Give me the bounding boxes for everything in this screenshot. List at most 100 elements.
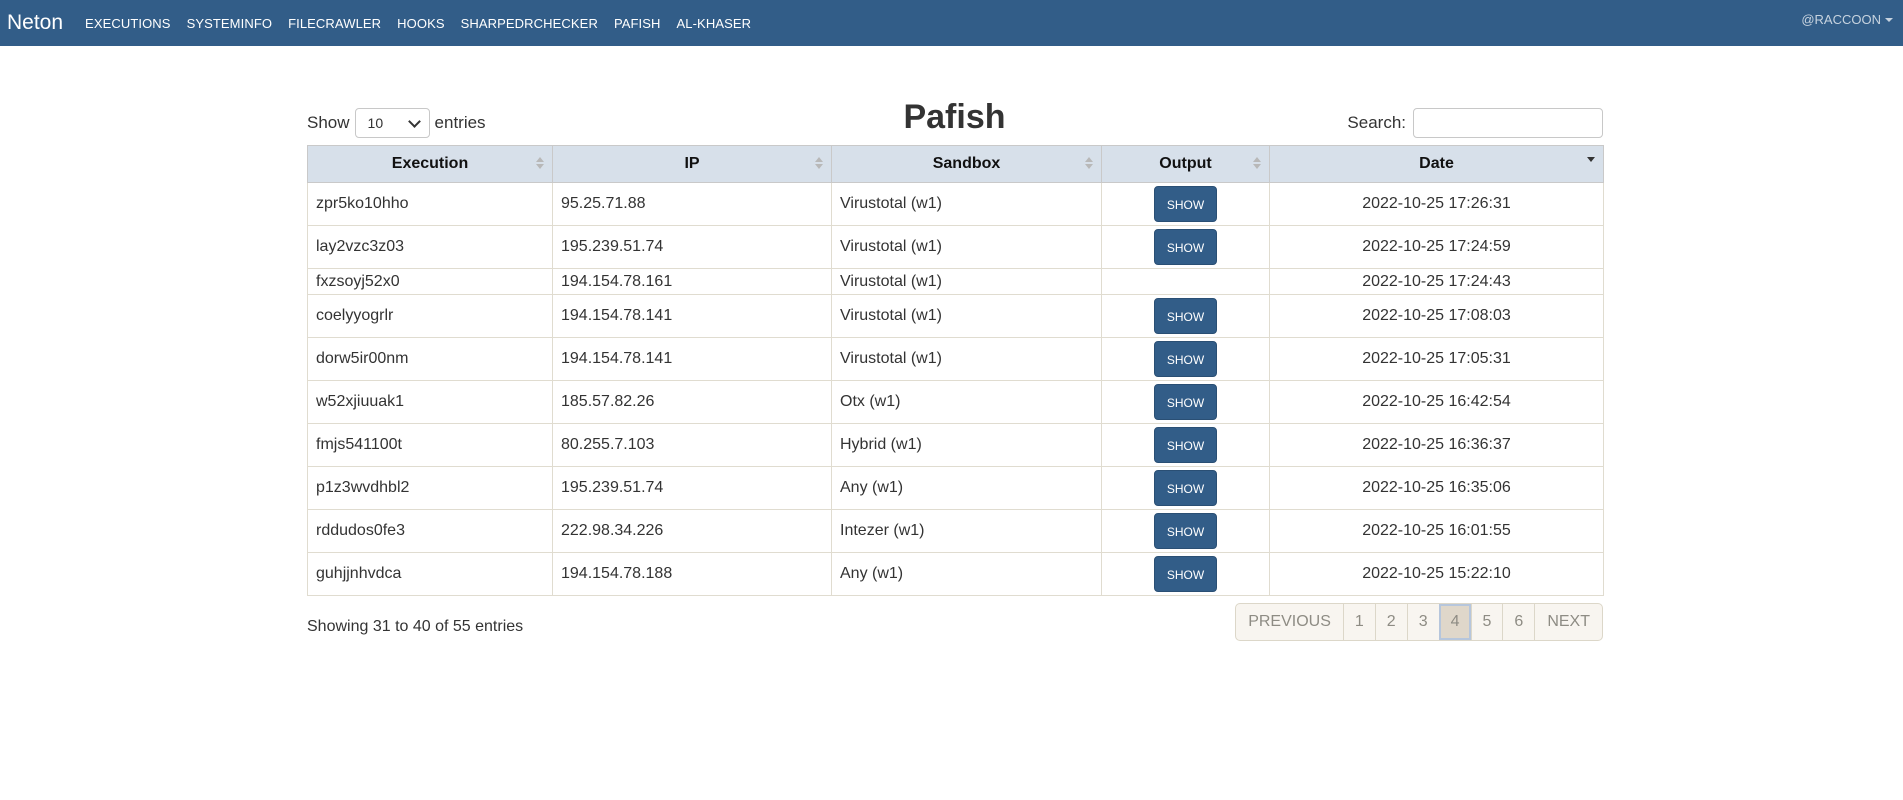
nav-link-pafish[interactable]: PAFISH: [614, 16, 661, 31]
date-cell: 2022-10-25 15:22:10: [1269, 552, 1604, 596]
execution-cell: zpr5ko10hho: [307, 182, 553, 226]
pafish-table: Execution IP Sandbox Output Date zpr5ko1…: [307, 145, 1604, 596]
output-cell: SHOW: [1101, 294, 1270, 338]
date-cell: 2022-10-25 17:24:43: [1269, 268, 1604, 295]
column-header-output[interactable]: Output: [1101, 145, 1270, 183]
pagination-page-6[interactable]: 6: [1502, 604, 1534, 640]
user-menu[interactable]: @RACCOON: [1801, 12, 1893, 27]
nav-link-systeminfo[interactable]: SYSTEMINFO: [187, 16, 273, 31]
column-header-ip[interactable]: IP: [552, 145, 832, 183]
output-cell: SHOW: [1101, 337, 1270, 381]
search-label: Search:: [1347, 113, 1406, 132]
pagination-page-4[interactable]: 4: [1438, 604, 1471, 640]
column-header-label: Execution: [391, 155, 469, 172]
sort-icon: [815, 157, 823, 169]
column-header-label: Date: [1419, 155, 1454, 172]
ip-cell: 195.239.51.74: [552, 225, 832, 269]
pagination-page-1[interactable]: 1: [1342, 604, 1375, 640]
execution-cell: coelyyogrlr: [307, 294, 553, 338]
pagination-page-2[interactable]: 2: [1374, 604, 1407, 640]
page-title: Pafish: [903, 98, 1006, 136]
ip-cell: 185.57.82.26: [552, 380, 832, 424]
execution-cell: lay2vzc3z03: [307, 225, 553, 269]
table-row: dorw5ir00nm 194.154.78.141 Virustotal (w…: [307, 337, 1604, 381]
ip-cell: 194.154.78.141: [552, 337, 832, 381]
ip-cell: 194.154.78.188: [552, 552, 832, 596]
table-row: p1z3wvdhbl2 195.239.51.74 Any (w1) SHOW …: [307, 466, 1604, 510]
table-row: fmjs541100t 80.255.7.103 Hybrid (w1) SHO…: [307, 423, 1604, 467]
sort-icon: [1253, 157, 1261, 169]
nav-link-executions[interactable]: EXECUTIONS: [85, 16, 171, 31]
show-output-button[interactable]: SHOW: [1154, 298, 1217, 334]
ip-cell: 194.154.78.161: [552, 268, 832, 295]
search-input[interactable]: [1413, 108, 1603, 138]
date-cell: 2022-10-25 16:01:55: [1269, 509, 1604, 553]
show-output-button[interactable]: SHOW: [1154, 556, 1217, 592]
execution-cell: p1z3wvdhbl2: [307, 466, 553, 510]
pagination-page-3[interactable]: 3: [1406, 604, 1439, 640]
sandbox-cell: Virustotal (w1): [831, 294, 1102, 338]
ip-cell: 95.25.71.88: [552, 182, 832, 226]
show-output-button[interactable]: SHOW: [1154, 186, 1217, 222]
table-row: fxzsoyj52x0 194.154.78.161 Virustotal (w…: [307, 268, 1604, 295]
sandbox-cell: Intezer (w1): [831, 509, 1102, 553]
entries-length-select[interactable]: 10: [354, 108, 430, 138]
output-cell: SHOW: [1101, 380, 1270, 424]
entries-length-control: Show 10 entries: [307, 108, 486, 138]
chevron-down-icon: [407, 114, 421, 128]
pafish-table-wrapper: Execution IP Sandbox Output Date zpr5ko1…: [307, 145, 1604, 596]
date-cell: 2022-10-25 17:08:03: [1269, 294, 1604, 338]
show-output-button[interactable]: SHOW: [1154, 341, 1217, 377]
table-row: lay2vzc3z03 195.239.51.74 Virustotal (w1…: [307, 225, 1604, 269]
date-cell: 2022-10-25 16:36:37: [1269, 423, 1604, 467]
nav-link-sharpedrchecker[interactable]: SHARPEDRCHECKER: [461, 16, 598, 31]
show-output-button[interactable]: SHOW: [1154, 470, 1217, 506]
top-navbar: Neton EXECUTIONS SYSTEMINFO FILECRAWLER …: [0, 0, 1903, 46]
column-header-label: IP: [684, 155, 700, 172]
output-cell: SHOW: [1101, 182, 1270, 226]
column-header-sandbox[interactable]: Sandbox: [831, 145, 1102, 183]
output-cell: SHOW: [1101, 225, 1270, 269]
table-header-row: Execution IP Sandbox Output Date: [307, 145, 1604, 183]
column-header-execution[interactable]: Execution: [307, 145, 553, 183]
ip-cell: 222.98.34.226: [552, 509, 832, 553]
sort-icon: [1085, 157, 1093, 169]
nav-links: EXECUTIONS SYSTEMINFO FILECRAWLER HOOKS …: [85, 16, 767, 31]
sandbox-cell: Virustotal (w1): [831, 268, 1102, 295]
table-info: Showing 31 to 40 of 55 entries: [307, 618, 524, 635]
table-row: w52xjiuuak1 185.57.82.26 Otx (w1) SHOW 2…: [307, 380, 1604, 424]
column-header-label: Output: [1159, 155, 1212, 172]
output-cell: SHOW: [1101, 423, 1270, 467]
execution-cell: dorw5ir00nm: [307, 337, 553, 381]
show-output-button[interactable]: SHOW: [1154, 513, 1217, 549]
show-label: Show: [307, 113, 350, 132]
sandbox-cell: Hybrid (w1): [831, 423, 1102, 467]
date-cell: 2022-10-25 17:24:59: [1269, 225, 1604, 269]
output-cell: SHOW: [1101, 466, 1270, 510]
user-name: @RACCOON: [1801, 12, 1881, 27]
execution-cell: w52xjiuuak1: [307, 380, 553, 424]
sandbox-cell: Any (w1): [831, 552, 1102, 596]
execution-cell: fmjs541100t: [307, 423, 553, 467]
sandbox-cell: Virustotal (w1): [831, 182, 1102, 226]
brand-logo[interactable]: Neton: [7, 11, 63, 35]
ip-cell: 194.154.78.141: [552, 294, 832, 338]
table-row: zpr5ko10hho 95.25.71.88 Virustotal (w1) …: [307, 182, 1604, 226]
nav-link-filecrawler[interactable]: FILECRAWLER: [288, 16, 381, 31]
nav-link-al-khaser[interactable]: AL-KHASER: [677, 16, 752, 31]
pagination-previous[interactable]: PREVIOUS: [1236, 604, 1343, 640]
show-output-button[interactable]: SHOW: [1154, 229, 1217, 265]
table-row: guhjjnhvdca 194.154.78.188 Any (w1) SHOW…: [307, 552, 1604, 596]
output-cell: [1101, 268, 1270, 295]
entries-label: entries: [434, 113, 486, 132]
show-output-button[interactable]: SHOW: [1154, 384, 1217, 420]
nav-link-hooks[interactable]: HOOKS: [397, 16, 444, 31]
pagination-page-5[interactable]: 5: [1470, 604, 1503, 640]
date-cell: 2022-10-25 17:26:31: [1269, 182, 1604, 226]
sort-icon: [536, 157, 544, 169]
pagination-next[interactable]: NEXT: [1534, 604, 1602, 640]
date-cell: 2022-10-25 16:35:06: [1269, 466, 1604, 510]
column-header-label: Sandbox: [932, 155, 1001, 172]
show-output-button[interactable]: SHOW: [1154, 427, 1217, 463]
column-header-date[interactable]: Date: [1269, 145, 1604, 183]
